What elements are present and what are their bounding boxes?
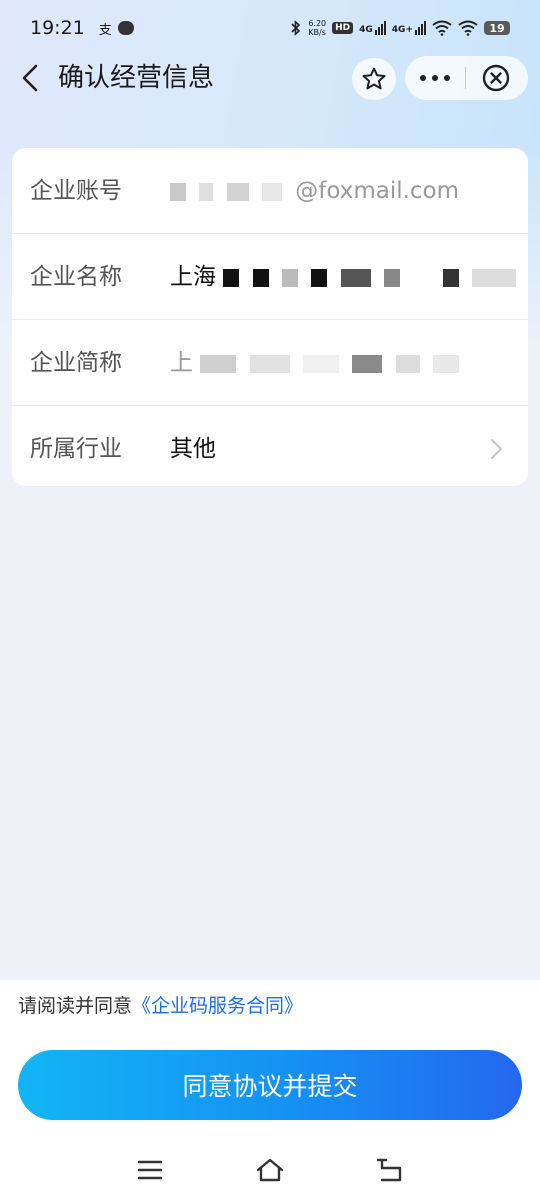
page-title: 确认经营信息 bbox=[58, 63, 215, 93]
redacted-block bbox=[226, 182, 249, 201]
redacted-block bbox=[281, 268, 298, 287]
name-value: 上海 bbox=[170, 234, 522, 320]
redacted-block bbox=[302, 354, 339, 373]
redacted-block bbox=[261, 182, 282, 201]
back-button[interactable] bbox=[16, 62, 44, 94]
battery-icon: 19 bbox=[484, 21, 510, 35]
wifi-icon bbox=[432, 20, 452, 36]
hd-badge: HD bbox=[332, 22, 354, 34]
account-email-domain: @foxmail.com bbox=[295, 178, 460, 204]
industry-value: 其他 bbox=[170, 436, 216, 462]
favorite-button[interactable] bbox=[352, 58, 396, 100]
wifi-icon bbox=[458, 20, 478, 36]
close-circle-icon bbox=[482, 64, 510, 92]
chat-icon bbox=[117, 21, 134, 35]
more-dots-icon bbox=[420, 75, 450, 81]
redacted-block bbox=[252, 268, 269, 287]
home-icon bbox=[256, 1158, 284, 1182]
status-bar: 19:21 支 6.20 KB/s HD 4G 4G+ 19 bbox=[0, 0, 540, 56]
short-name-row: 企业简称 上 bbox=[12, 320, 528, 406]
alipay-icon: 支 bbox=[98, 22, 112, 38]
redacted-block bbox=[249, 354, 290, 373]
menu-icon bbox=[137, 1160, 163, 1180]
account-row: 企业账号 @foxmail.com bbox=[12, 148, 528, 234]
nav-header: 确认经营信息 bbox=[0, 56, 540, 100]
submit-button[interactable]: 同意协议并提交 bbox=[18, 1050, 522, 1120]
industry-label: 所属行业 bbox=[30, 436, 122, 462]
more-button[interactable] bbox=[405, 56, 465, 100]
name-label: 企业名称 bbox=[30, 264, 122, 290]
star-icon bbox=[362, 67, 386, 90]
redacted-block bbox=[352, 354, 383, 373]
chevron-right-icon bbox=[491, 439, 502, 459]
close-button[interactable] bbox=[466, 56, 526, 100]
redacted-block bbox=[199, 182, 214, 201]
contract-link[interactable]: 《企业码服务合同》 bbox=[132, 995, 303, 1017]
redacted-block bbox=[200, 354, 237, 373]
menu-button[interactable] bbox=[135, 1155, 165, 1185]
net-speed: 6.20 KB/s bbox=[308, 19, 327, 37]
status-right: 6.20 KB/s HD 4G 4G+ 19 bbox=[290, 19, 510, 37]
redacted-block bbox=[432, 354, 459, 373]
industry-row[interactable]: 所属行业 其他 bbox=[12, 406, 528, 486]
status-notification-icons: 支 bbox=[99, 19, 134, 38]
system-nav-bar bbox=[0, 1140, 540, 1200]
redacted-block bbox=[413, 268, 430, 287]
bluetooth-icon bbox=[291, 20, 301, 36]
chevron-left-icon bbox=[22, 64, 38, 92]
return-icon bbox=[376, 1158, 402, 1182]
agreement-prefix: 请阅读并同意 bbox=[18, 995, 133, 1017]
redacted-block bbox=[340, 268, 371, 287]
redacted-block bbox=[395, 354, 420, 373]
agreement-text: 请阅读并同意《企业码服务合同》 bbox=[18, 992, 303, 1020]
redacted-block bbox=[223, 268, 240, 287]
back-nav-button[interactable] bbox=[375, 1155, 405, 1185]
status-time: 19:21 bbox=[30, 17, 85, 39]
sim2-signal-icon: 4G+ bbox=[392, 21, 426, 35]
status-left: 19:21 支 bbox=[30, 17, 134, 39]
short-name-value: 上 bbox=[170, 320, 465, 406]
redacted-block bbox=[383, 268, 400, 287]
miniprogram-capsule bbox=[405, 56, 528, 100]
business-info-card: 企业账号 @foxmail.com 企业名称 上海 企业简称 上 所属行业 其他 bbox=[12, 148, 528, 486]
account-value: @foxmail.com bbox=[170, 148, 459, 234]
short-name-label: 企业简称 bbox=[30, 350, 122, 376]
redacted-block bbox=[311, 268, 328, 287]
name-row: 企业名称 上海 bbox=[12, 234, 528, 320]
redacted-block bbox=[471, 268, 516, 287]
sim1-signal-icon: 4G bbox=[359, 21, 386, 35]
home-button[interactable] bbox=[255, 1155, 285, 1185]
redacted-block bbox=[442, 268, 459, 287]
redacted-block bbox=[170, 182, 186, 201]
account-label: 企业账号 bbox=[30, 178, 122, 204]
